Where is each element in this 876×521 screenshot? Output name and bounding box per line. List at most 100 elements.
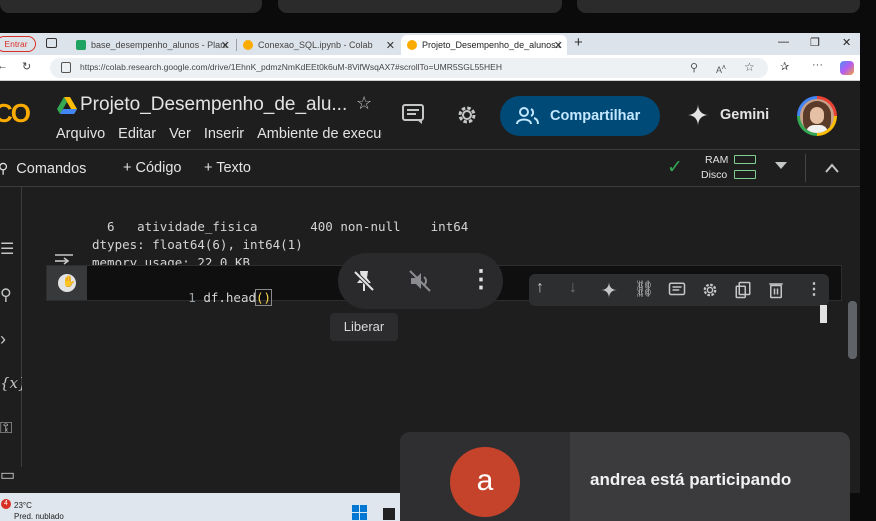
more-vert-icon[interactable]: ⋮ xyxy=(806,279,822,299)
colab-icon xyxy=(407,40,417,50)
tab-title: Conexao_SQL.ipynb - Colab xyxy=(258,40,373,50)
menu-ambiente[interactable]: Ambiente de execução xyxy=(257,126,382,142)
gemini-button[interactable]: Gemini xyxy=(686,103,769,127)
comment-icon[interactable] xyxy=(668,281,686,299)
close-window-icon[interactable]: ✕ xyxy=(842,36,851,49)
favorite-star-icon[interactable]: ☆ xyxy=(744,60,755,74)
colab-logo[interactable]: CO xyxy=(0,98,31,129)
more-menu-icon[interactable]: ··· xyxy=(812,59,823,71)
address-bar: ← ↻ https://colab.research.google.com/dr… xyxy=(0,55,860,81)
menu-ver[interactable]: Ver xyxy=(169,126,191,142)
commands-button[interactable]: ⚲ Comandos xyxy=(0,160,86,177)
notebook-title[interactable]: Projeto_Desempenho_de_alu... xyxy=(80,94,347,116)
search-icon: ⚲ xyxy=(0,160,9,176)
participant-avatar: a xyxy=(450,447,520,517)
sheets-icon xyxy=(76,40,86,50)
pointer-hand-icon: ✋ xyxy=(62,276,76,288)
tab-sheets[interactable]: base_desempenho_alunos - Plani ✕ xyxy=(70,35,234,55)
search-taskbar-icon[interactable] xyxy=(383,508,395,520)
copilot-icon[interactable] xyxy=(840,61,854,75)
weather-widget[interactable]: 4 23°C Pred. nublado xyxy=(0,493,80,521)
profile-button[interactable]: Entrar xyxy=(0,36,36,52)
files-folder-icon[interactable]: ▭ xyxy=(0,465,15,485)
code-parens: () xyxy=(255,289,273,306)
notification-avatar-area: a xyxy=(400,432,570,521)
code-snippets-icon[interactable]: › xyxy=(0,329,6,350)
output-dtypes: dtypes: float64(6), int64(1) xyxy=(92,237,303,252)
ram-label: RAM xyxy=(705,154,729,166)
zoom-icon[interactable]: ⚲ xyxy=(690,61,698,74)
tooltip: Liberar xyxy=(330,313,398,341)
drive-icon[interactable] xyxy=(57,97,77,115)
delete-trash-icon[interactable] xyxy=(767,281,785,299)
site-info-icon[interactable] xyxy=(61,62,71,73)
chevron-down-icon[interactable] xyxy=(775,162,787,169)
colab-icon xyxy=(243,40,253,50)
move-down-icon[interactable]: ↓ xyxy=(569,279,577,297)
user-avatar[interactable] xyxy=(797,96,837,136)
mute-volume-icon[interactable] xyxy=(408,269,432,293)
scrollbar-thumb[interactable] xyxy=(848,301,857,359)
unpin-icon[interactable] xyxy=(352,269,376,293)
favorites-icon[interactable]: ✰ xyxy=(780,60,789,73)
output-row: 6 atividade_fisica 400 non-null int64 xyxy=(92,219,469,234)
tab-actions-icon[interactable] xyxy=(46,38,57,48)
taskbar: 4 23°C Pred. nublado xyxy=(0,493,400,521)
notification-message: andrea está participando xyxy=(590,470,792,489)
cell-toolbar: ↑ ↓ ⛓ ⋮ xyxy=(529,274,829,306)
desktop-window-thumbnail[interactable] xyxy=(0,0,262,13)
star-icon[interactable]: ☆ xyxy=(356,93,372,114)
read-aloud-icon[interactable]: Aʌ xyxy=(716,62,726,75)
cell-gutter: ✋ xyxy=(47,266,87,300)
weather-condition: Pred. nublado xyxy=(14,512,64,521)
chevron-up-icon[interactable] xyxy=(824,162,840,174)
cell-settings-gear-icon[interactable] xyxy=(701,281,719,299)
tab-title: base_desempenho_alunos - Plani xyxy=(91,40,228,50)
comments-icon[interactable] xyxy=(401,103,425,125)
url-field[interactable]: https://colab.research.google.com/drive/… xyxy=(50,58,768,78)
toc-menu-icon[interactable]: ☰ xyxy=(0,239,14,259)
new-tab-icon[interactable]: + xyxy=(574,34,583,51)
desktop-window-thumbnail[interactable] xyxy=(577,0,860,13)
run-cell-button[interactable]: ✋ xyxy=(58,274,76,292)
add-code-button[interactable]: + Código xyxy=(123,160,181,176)
menu-inserir[interactable]: Inserir xyxy=(204,126,244,142)
url-text: https://colab.research.google.com/drive/… xyxy=(80,62,502,72)
link-icon[interactable]: ⛓ xyxy=(634,279,654,299)
move-up-icon[interactable]: ↑ xyxy=(536,279,544,297)
menu-bar: Arquivo Editar Ver Inserir Ambiente de e… xyxy=(56,121,382,145)
close-icon[interactable]: ✕ xyxy=(386,39,395,52)
mirror-cell-icon[interactable] xyxy=(734,281,752,299)
tab-conexao[interactable]: Conexao_SQL.ipynb - Colab ✕ xyxy=(237,35,399,55)
gemini-sparkle-icon[interactable] xyxy=(600,281,618,299)
gemini-label: Gemini xyxy=(720,107,770,123)
desktop-window-thumbnail[interactable] xyxy=(278,0,562,13)
text-cursor xyxy=(820,305,827,323)
tab-title: Projeto_Desempenho_de_alunos.i xyxy=(422,40,561,50)
secrets-key-icon[interactable]: ⚿ xyxy=(0,420,12,438)
share-button[interactable]: Compartilhar xyxy=(500,96,660,136)
find-icon[interactable]: ⚲ xyxy=(0,285,12,305)
commands-label: Comandos xyxy=(16,161,87,177)
tab-projeto[interactable]: Projeto_Desempenho_de_alunos.i ✕ xyxy=(401,35,567,55)
settings-gear-icon[interactable] xyxy=(455,103,479,127)
participant-notification[interactable]: a andrea está participando xyxy=(400,432,850,521)
profile-button-label: Entrar xyxy=(4,39,28,49)
line-number: 1 xyxy=(188,290,196,305)
reload-icon[interactable]: ↻ xyxy=(22,60,31,73)
more-vert-icon[interactable]: ⋮ xyxy=(469,265,493,294)
notebook-content: 6 atividade_fisica 400 non-null int64 dt… xyxy=(22,187,860,467)
minimize-icon[interactable]: — xyxy=(778,36,789,48)
menu-editar[interactable]: Editar xyxy=(118,126,156,142)
restore-icon[interactable]: ❐ xyxy=(810,36,820,49)
close-icon[interactable]: ✕ xyxy=(554,39,563,52)
menu-arquivo[interactable]: Arquivo xyxy=(56,126,105,142)
close-icon[interactable]: ✕ xyxy=(221,39,230,52)
windows-start-icon[interactable] xyxy=(352,505,367,520)
add-text-button[interactable]: + Texto xyxy=(204,160,251,176)
share-controls-pill: ⋮ xyxy=(338,253,503,309)
cell-code[interactable]: 1 df.head() xyxy=(113,275,273,320)
back-icon[interactable]: ← xyxy=(0,60,8,72)
disk-bar xyxy=(734,170,756,179)
people-icon xyxy=(516,107,539,125)
